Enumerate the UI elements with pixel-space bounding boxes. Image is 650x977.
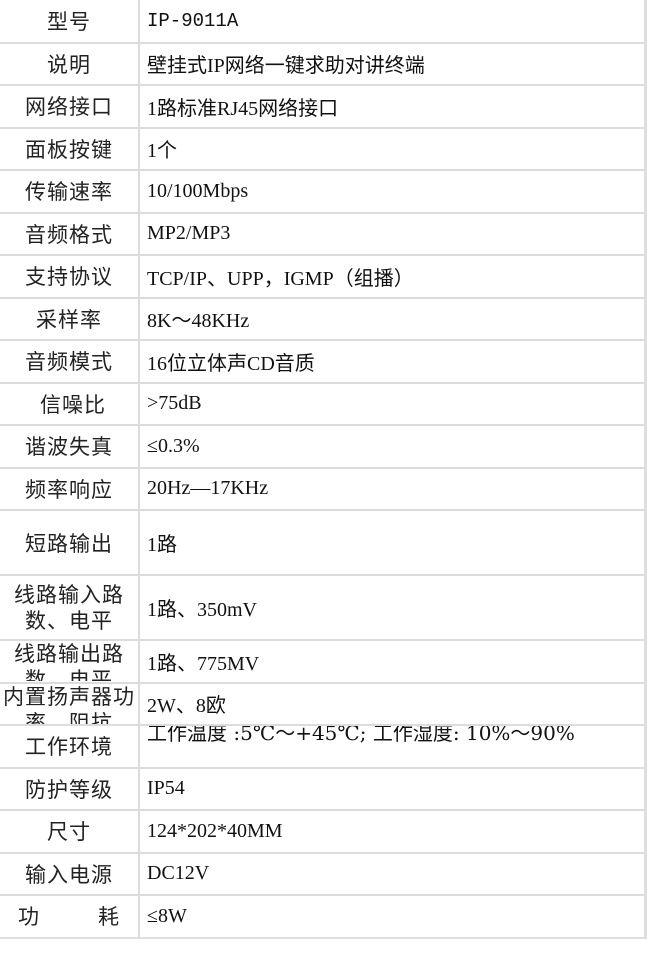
table-row: 防护等级 IP54 bbox=[0, 766, 647, 810]
spec-label: 音频模式 bbox=[0, 339, 140, 383]
spec-value: DC12V bbox=[139, 851, 647, 895]
spec-value: 8K～48KHz bbox=[139, 296, 647, 340]
spec-label-text: 内置扬声器功率、阻抗 bbox=[3, 684, 135, 724]
spec-value: 壁挂式IP网络一键求助对讲终端 bbox=[139, 41, 647, 85]
table-row: 支持协议 TCP/IP、UPP，IGMP（组播） bbox=[0, 254, 647, 298]
table-row: 线路输入路数、电平 1路、350mV bbox=[0, 574, 647, 640]
table-row: 工作环境 工作温度 :5℃～+45℃; 工作湿度: 10%～90% bbox=[0, 724, 647, 768]
table-row: 输入电源 DC12V bbox=[0, 851, 647, 895]
spec-value: 124*202*40MM bbox=[139, 809, 647, 853]
spec-label-char: 比 bbox=[84, 392, 106, 417]
spec-label: 频率响应 bbox=[0, 466, 140, 510]
spec-label-char: 噪 bbox=[62, 392, 84, 417]
spec-label: 音频格式 bbox=[0, 211, 140, 255]
table-row: 音频格式 MP2/MP3 bbox=[0, 211, 647, 255]
spec-label: 线路输入路数、电平 bbox=[0, 574, 140, 640]
table-row: 功耗 ≤8W bbox=[0, 894, 647, 938]
spec-label-char: 信 bbox=[40, 392, 62, 417]
table-row: 面板按键 1个 bbox=[0, 126, 647, 170]
spec-label: 传输速率 bbox=[0, 169, 140, 213]
spec-label: 防护等级 bbox=[0, 766, 140, 810]
table-row: 音频模式 16位立体声CD音质 bbox=[0, 339, 647, 383]
spec-value: >75dB bbox=[139, 381, 647, 425]
table-row: 信噪比 >75dB bbox=[0, 381, 647, 425]
table-row: 网络接口 1路标准RJ45网络接口 bbox=[0, 84, 647, 128]
spec-label: 谐波失真 bbox=[0, 424, 140, 468]
table-row: 内置扬声器功率、阻抗 2W、8欧 bbox=[0, 681, 647, 725]
spec-value: IP-9011A bbox=[139, 0, 647, 43]
spec-value: 20Hz—17KHz bbox=[139, 466, 647, 510]
table-row: 谐波失真 ≤0.3% bbox=[0, 424, 647, 468]
spec-label: 功耗 bbox=[0, 894, 140, 938]
table-row: 型号 IP-9011A bbox=[0, 0, 647, 43]
spec-label: 说明 bbox=[0, 41, 140, 85]
spec-value: 1路标准RJ45网络接口 bbox=[139, 84, 647, 128]
spec-value: IP54 bbox=[139, 766, 647, 810]
spec-label-char: 耗 bbox=[98, 905, 120, 930]
spec-label: 输入电源 bbox=[0, 851, 140, 895]
spec-value: 1路、775MV bbox=[139, 639, 647, 683]
table-row: 短路输出 1路 bbox=[0, 509, 647, 575]
table-row: 说明 壁挂式IP网络一键求助对讲终端 bbox=[0, 41, 647, 85]
spec-table: 型号 IP-9011A 说明 壁挂式IP网络一键求助对讲终端 网络接口 1路标准… bbox=[0, 0, 647, 939]
spec-value-text: 工作温度 :5℃～+45℃; 工作湿度: 10%～90% bbox=[147, 725, 575, 746]
spec-label: 型号 bbox=[0, 0, 140, 43]
spec-value: 10/100Mbps bbox=[139, 169, 647, 213]
spec-label: 内置扬声器功率、阻抗 bbox=[0, 681, 140, 725]
spec-value: 2W、8欧 bbox=[139, 681, 647, 725]
table-row: 采样率 8K～48KHz bbox=[0, 296, 647, 340]
spec-value: TCP/IP、UPP，IGMP（组播） bbox=[139, 254, 647, 298]
spec-label: 支持协议 bbox=[0, 254, 140, 298]
table-row: 线路输出路数、电平 1路、775MV bbox=[0, 639, 647, 683]
spec-value: ≤0.3% bbox=[139, 424, 647, 468]
spec-label: 尺寸 bbox=[0, 809, 140, 853]
spec-label: 线路输出路数、电平 bbox=[0, 639, 140, 683]
spec-label: 面板按键 bbox=[0, 126, 140, 170]
spec-value: 1路 bbox=[139, 509, 647, 575]
spec-label-text: 线路输出路数、电平 bbox=[14, 642, 124, 682]
spec-value: 1个 bbox=[139, 126, 647, 170]
spec-value: ≤8W bbox=[139, 894, 647, 938]
spec-label-char: 功 bbox=[18, 905, 40, 930]
table-row: 尺寸 124*202*40MM bbox=[0, 809, 647, 853]
spec-label-text: 线路输入路数、电平 bbox=[14, 582, 124, 633]
spec-value: 工作温度 :5℃～+45℃; 工作湿度: 10%～90% bbox=[139, 724, 647, 768]
spec-value: MP2/MP3 bbox=[139, 211, 647, 255]
spec-label: 网络接口 bbox=[0, 84, 140, 128]
table-row: 传输速率 10/100Mbps bbox=[0, 169, 647, 213]
table-row: 频率响应 20Hz—17KHz bbox=[0, 466, 647, 510]
spec-label: 工作环境 bbox=[0, 724, 140, 768]
spec-value: 16位立体声CD音质 bbox=[139, 339, 647, 383]
spec-label: 信噪比 bbox=[0, 381, 140, 425]
spec-value: 1路、350mV bbox=[139, 574, 647, 640]
spec-label: 采样率 bbox=[0, 296, 140, 340]
spec-label: 短路输出 bbox=[0, 509, 140, 575]
